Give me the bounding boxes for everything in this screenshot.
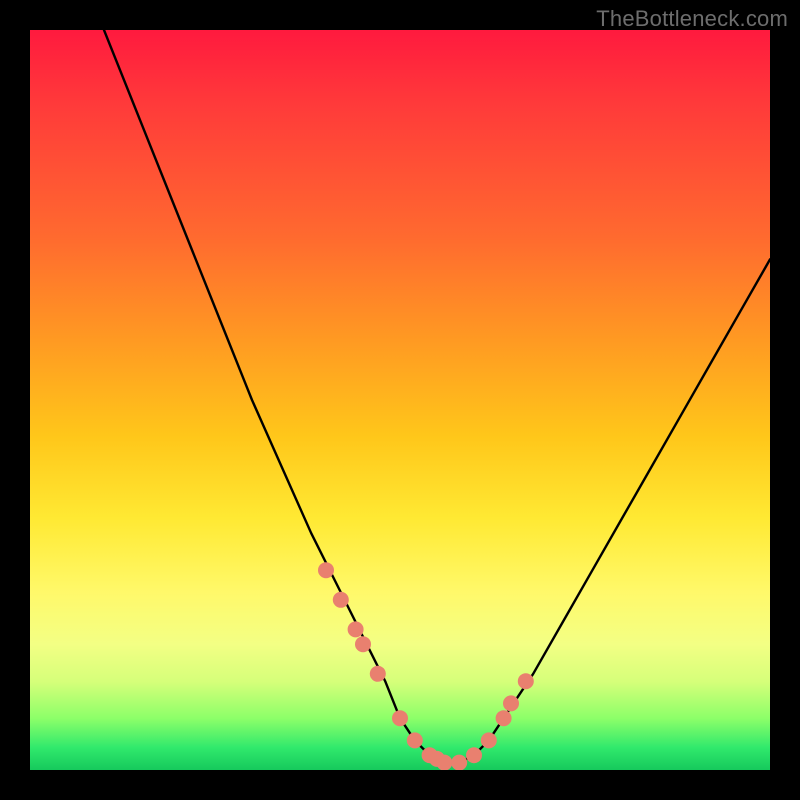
chart-frame [30,30,770,770]
watermark-text: TheBottleneck.com [596,6,788,32]
chart-gradient-background [30,30,770,770]
